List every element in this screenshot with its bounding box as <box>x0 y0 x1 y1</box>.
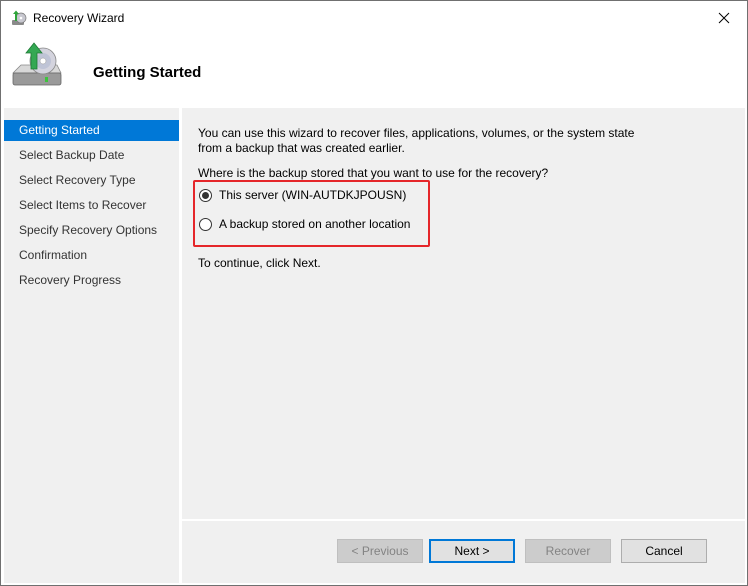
option-this-server-label: This server (WIN-AUTDKJPOUSN) <box>219 188 407 202</box>
title-bar: Recovery Wizard <box>1 1 747 35</box>
step-confirmation[interactable]: Confirmation <box>4 245 179 266</box>
recovery-wizard-window: Recovery Wizard Getting Started Getting … <box>0 0 748 586</box>
step-select-backup-date[interactable]: Select Backup Date <box>4 145 179 166</box>
intro-text-line1: You can use this wizard to recover files… <box>198 126 635 140</box>
radio-this-server[interactable] <box>199 188 212 202</box>
option-this-server[interactable]: This server (WIN-AUTDKJPOUSN) <box>199 188 406 202</box>
disk-recovery-icon <box>12 42 62 86</box>
next-button[interactable]: Next > <box>429 539 515 563</box>
backup-location-question: Where is the backup stored that you want… <box>198 166 549 180</box>
recover-button[interactable]: Recover <box>525 539 611 563</box>
page-title: Getting Started <box>93 64 202 81</box>
recovery-wizard-icon <box>12 10 27 25</box>
option-another-location-label: A backup stored on another location <box>219 217 411 231</box>
radio-another-location[interactable] <box>199 217 212 231</box>
continue-instruction: To continue, click Next. <box>198 256 321 270</box>
step-select-items-to-recover[interactable]: Select Items to Recover <box>4 195 179 216</box>
window-title: Recovery Wizard <box>33 11 125 25</box>
wizard-steps-sidebar: Getting Started Select Backup Date Selec… <box>4 108 179 583</box>
close-button[interactable] <box>701 1 747 35</box>
step-select-recovery-type[interactable]: Select Recovery Type <box>4 170 179 191</box>
cancel-button[interactable]: Cancel <box>621 539 707 563</box>
option-another-location[interactable]: A backup stored on another location <box>199 217 410 231</box>
intro-text-line2: from a backup that was created earlier. <box>198 141 405 155</box>
close-icon <box>718 12 730 24</box>
step-getting-started[interactable]: Getting Started <box>4 120 179 141</box>
previous-button[interactable]: < Previous <box>337 539 423 563</box>
step-recovery-progress[interactable]: Recovery Progress <box>4 270 179 291</box>
step-specify-recovery-options[interactable]: Specify Recovery Options <box>4 220 179 241</box>
wizard-header: Getting Started <box>1 35 747 101</box>
